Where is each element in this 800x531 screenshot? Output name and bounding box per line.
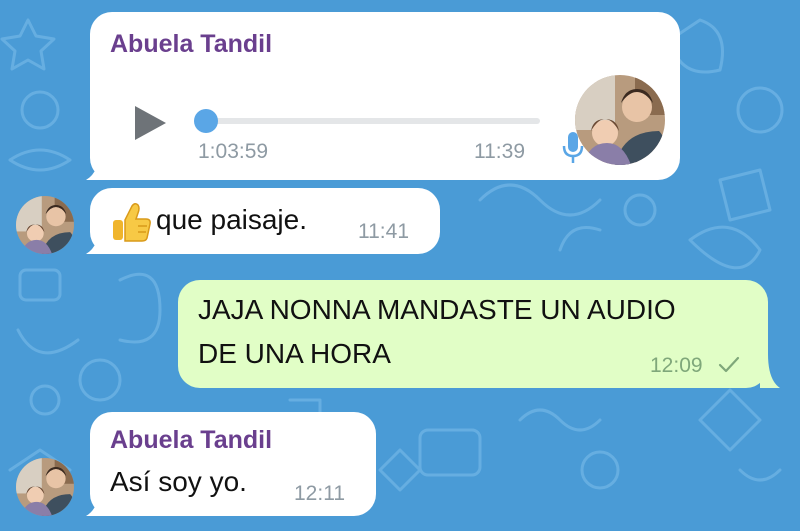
text-message-bubble[interactable]: Abuela Tandil Así soy yo. 12:11 [90, 412, 376, 516]
message-text: que paisaje. [156, 204, 308, 235]
outgoing-message-bubble[interactable]: JAJA NONNA MANDASTE UN AUDIO DE UNA HORA… [178, 280, 768, 388]
message-time: 12:09 [650, 354, 703, 377]
thumbs-up-icon [113, 202, 151, 242]
check-icon [718, 356, 740, 373]
voice-seek-knob[interactable] [194, 109, 218, 133]
play-icon[interactable] [132, 104, 168, 142]
sender-avatar[interactable] [16, 196, 74, 254]
voice-duration: 1:03:59 [198, 140, 269, 163]
video-note-avatar[interactable] [575, 75, 665, 165]
avatar-photo [16, 196, 74, 254]
message-time: 12:11 [294, 482, 345, 505]
sender-avatar[interactable] [16, 458, 74, 516]
avatar-photo [16, 458, 74, 516]
text-message-bubble[interactable]: que paisaje. 11:41 [90, 188, 440, 254]
sender-name[interactable]: Abuela Tandil [110, 30, 272, 59]
avatar-photo [575, 75, 665, 165]
message-text: Así soy yo. [110, 466, 247, 497]
message-text-line-2: DE UNA HORA [198, 338, 391, 369]
message-time: 11:39 [474, 140, 525, 163]
message-time: 11:41 [358, 220, 409, 243]
sender-name[interactable]: Abuela Tandil [110, 426, 272, 455]
message-text-line-1: JAJA NONNA MANDASTE UN AUDIO [198, 294, 676, 325]
voice-seekbar[interactable] [202, 118, 540, 124]
voice-message-bubble[interactable]: Abuela Tandil 1:03:59 11:39 [90, 12, 680, 180]
